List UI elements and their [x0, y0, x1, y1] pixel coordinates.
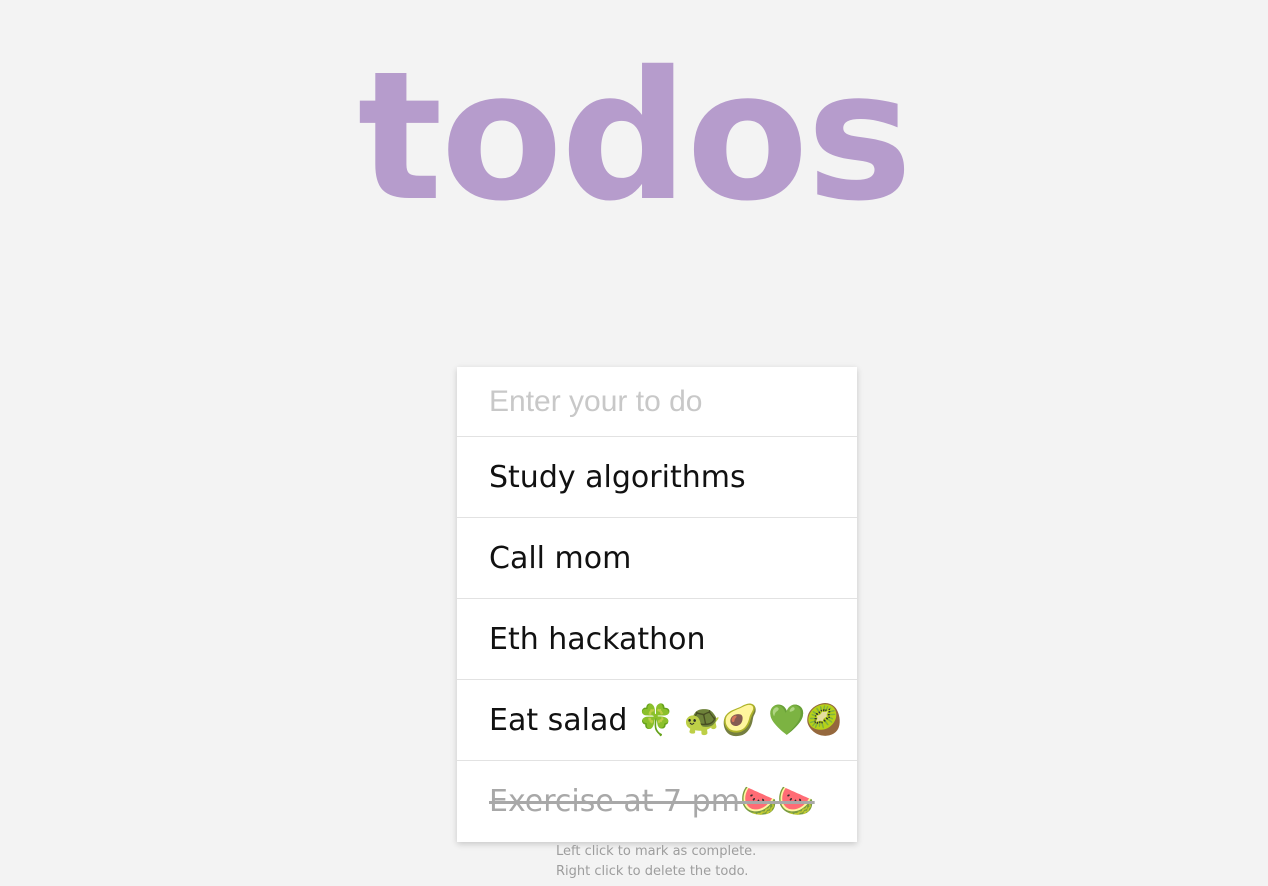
todo-item[interactable]: Study algorithms	[457, 437, 857, 518]
todo-item[interactable]: Eth hackathon	[457, 599, 857, 680]
app-title: todos	[357, 33, 912, 240]
todo-item[interactable]: Call mom	[457, 518, 857, 599]
todo-item-completed[interactable]: Exercise at 7 pm🍉🍉	[457, 761, 857, 842]
todo-list: Study algorithms Call mom Eth hackathon …	[457, 437, 857, 842]
instructions-hint: Left click to mark as complete. Right cl…	[556, 842, 756, 882]
todo-input[interactable]	[457, 367, 857, 437]
todo-item[interactable]: Eat salad 🍀 🐢🥑 💚🥝	[457, 680, 857, 761]
todo-card: Study algorithms Call mom Eth hackathon …	[457, 367, 857, 842]
instructions-line-left-click: Left click to mark as complete.	[556, 844, 757, 859]
instructions-line-right-click: Right click to delete the todo.	[556, 864, 749, 879]
